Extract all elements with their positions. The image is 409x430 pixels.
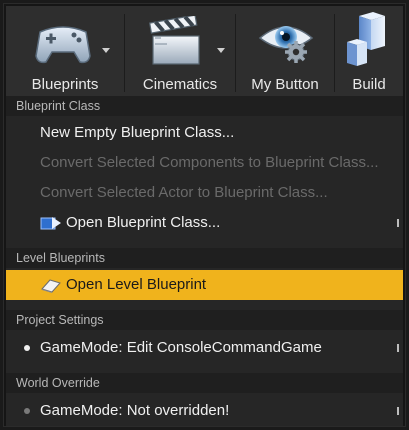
section-header-project-settings: Project Settings xyxy=(6,310,403,330)
menu-item-label: GameMode: Edit ConsoleCommandGame xyxy=(40,339,322,356)
section-header-level-blueprints: Level Blueprints xyxy=(6,248,403,268)
cinematics-label: Cinematics xyxy=(142,76,218,93)
chevron-down-icon xyxy=(102,48,110,53)
submenu-arrow-icon xyxy=(397,407,399,415)
bullet-icon xyxy=(24,408,30,414)
blueprints-button[interactable]: Blueprints xyxy=(6,6,124,96)
blueprints-label: Blueprints xyxy=(31,76,99,93)
menu-item-open-blueprint-class[interactable]: Open Blueprint Class... xyxy=(6,208,403,238)
clapperboard-icon xyxy=(149,16,200,65)
menu-item-label: New Empty Blueprint Class... xyxy=(40,124,235,141)
gamepad-icon xyxy=(35,26,91,64)
menu-item-new-empty-blueprint-class[interactable]: New Empty Blueprint Class... xyxy=(6,118,403,148)
menu-item-label: GameMode: Not overridden! xyxy=(40,402,230,419)
menu-item-label: Open Level Blueprint xyxy=(66,276,207,293)
cinematics-button[interactable]: Cinematics xyxy=(125,6,235,96)
menu-item-open-level-blueprint[interactable]: Open Level Blueprint xyxy=(6,270,403,300)
section-header-blueprint-class: Blueprint Class xyxy=(6,96,403,116)
section-header-world-override: World Override xyxy=(6,373,403,393)
menu-item-gamemode-not-overridden[interactable]: GameMode: Not overridden! xyxy=(6,396,403,426)
menu-item-convert-components[interactable]: Convert Selected Components to Blueprint… xyxy=(6,148,403,178)
eye-gear-icon xyxy=(258,26,314,63)
build-label: Build xyxy=(352,76,386,93)
submenu-arrow-icon xyxy=(397,344,399,352)
bullet-icon xyxy=(24,345,30,351)
submenu-arrow-icon xyxy=(397,219,399,227)
build-button[interactable]: Build xyxy=(335,6,403,96)
menu-item-gamemode-edit[interactable]: GameMode: Edit ConsoleCommandGame xyxy=(6,333,403,363)
open-blueprint-icon xyxy=(40,217,61,230)
menu-item-label: Open Blueprint Class... xyxy=(66,214,221,231)
main-toolbar: Blueprints Cinematics My Button Build xyxy=(6,6,403,97)
menu-item-convert-actor[interactable]: Convert Selected Actor to Blueprint Clas… xyxy=(6,178,403,208)
menu-item-label: Convert Selected Actor to Blueprint Clas… xyxy=(40,184,328,201)
level-blueprint-icon xyxy=(41,279,61,293)
cubes-icon xyxy=(347,12,385,66)
chevron-down-icon xyxy=(217,48,225,53)
my-button-label: My Button xyxy=(251,76,319,93)
my-button[interactable]: My Button xyxy=(236,6,334,96)
menu-item-label: Convert Selected Components to Blueprint… xyxy=(40,154,379,171)
blueprints-dropdown-menu: Blueprint Class New Empty Blueprint Clas… xyxy=(6,96,403,426)
